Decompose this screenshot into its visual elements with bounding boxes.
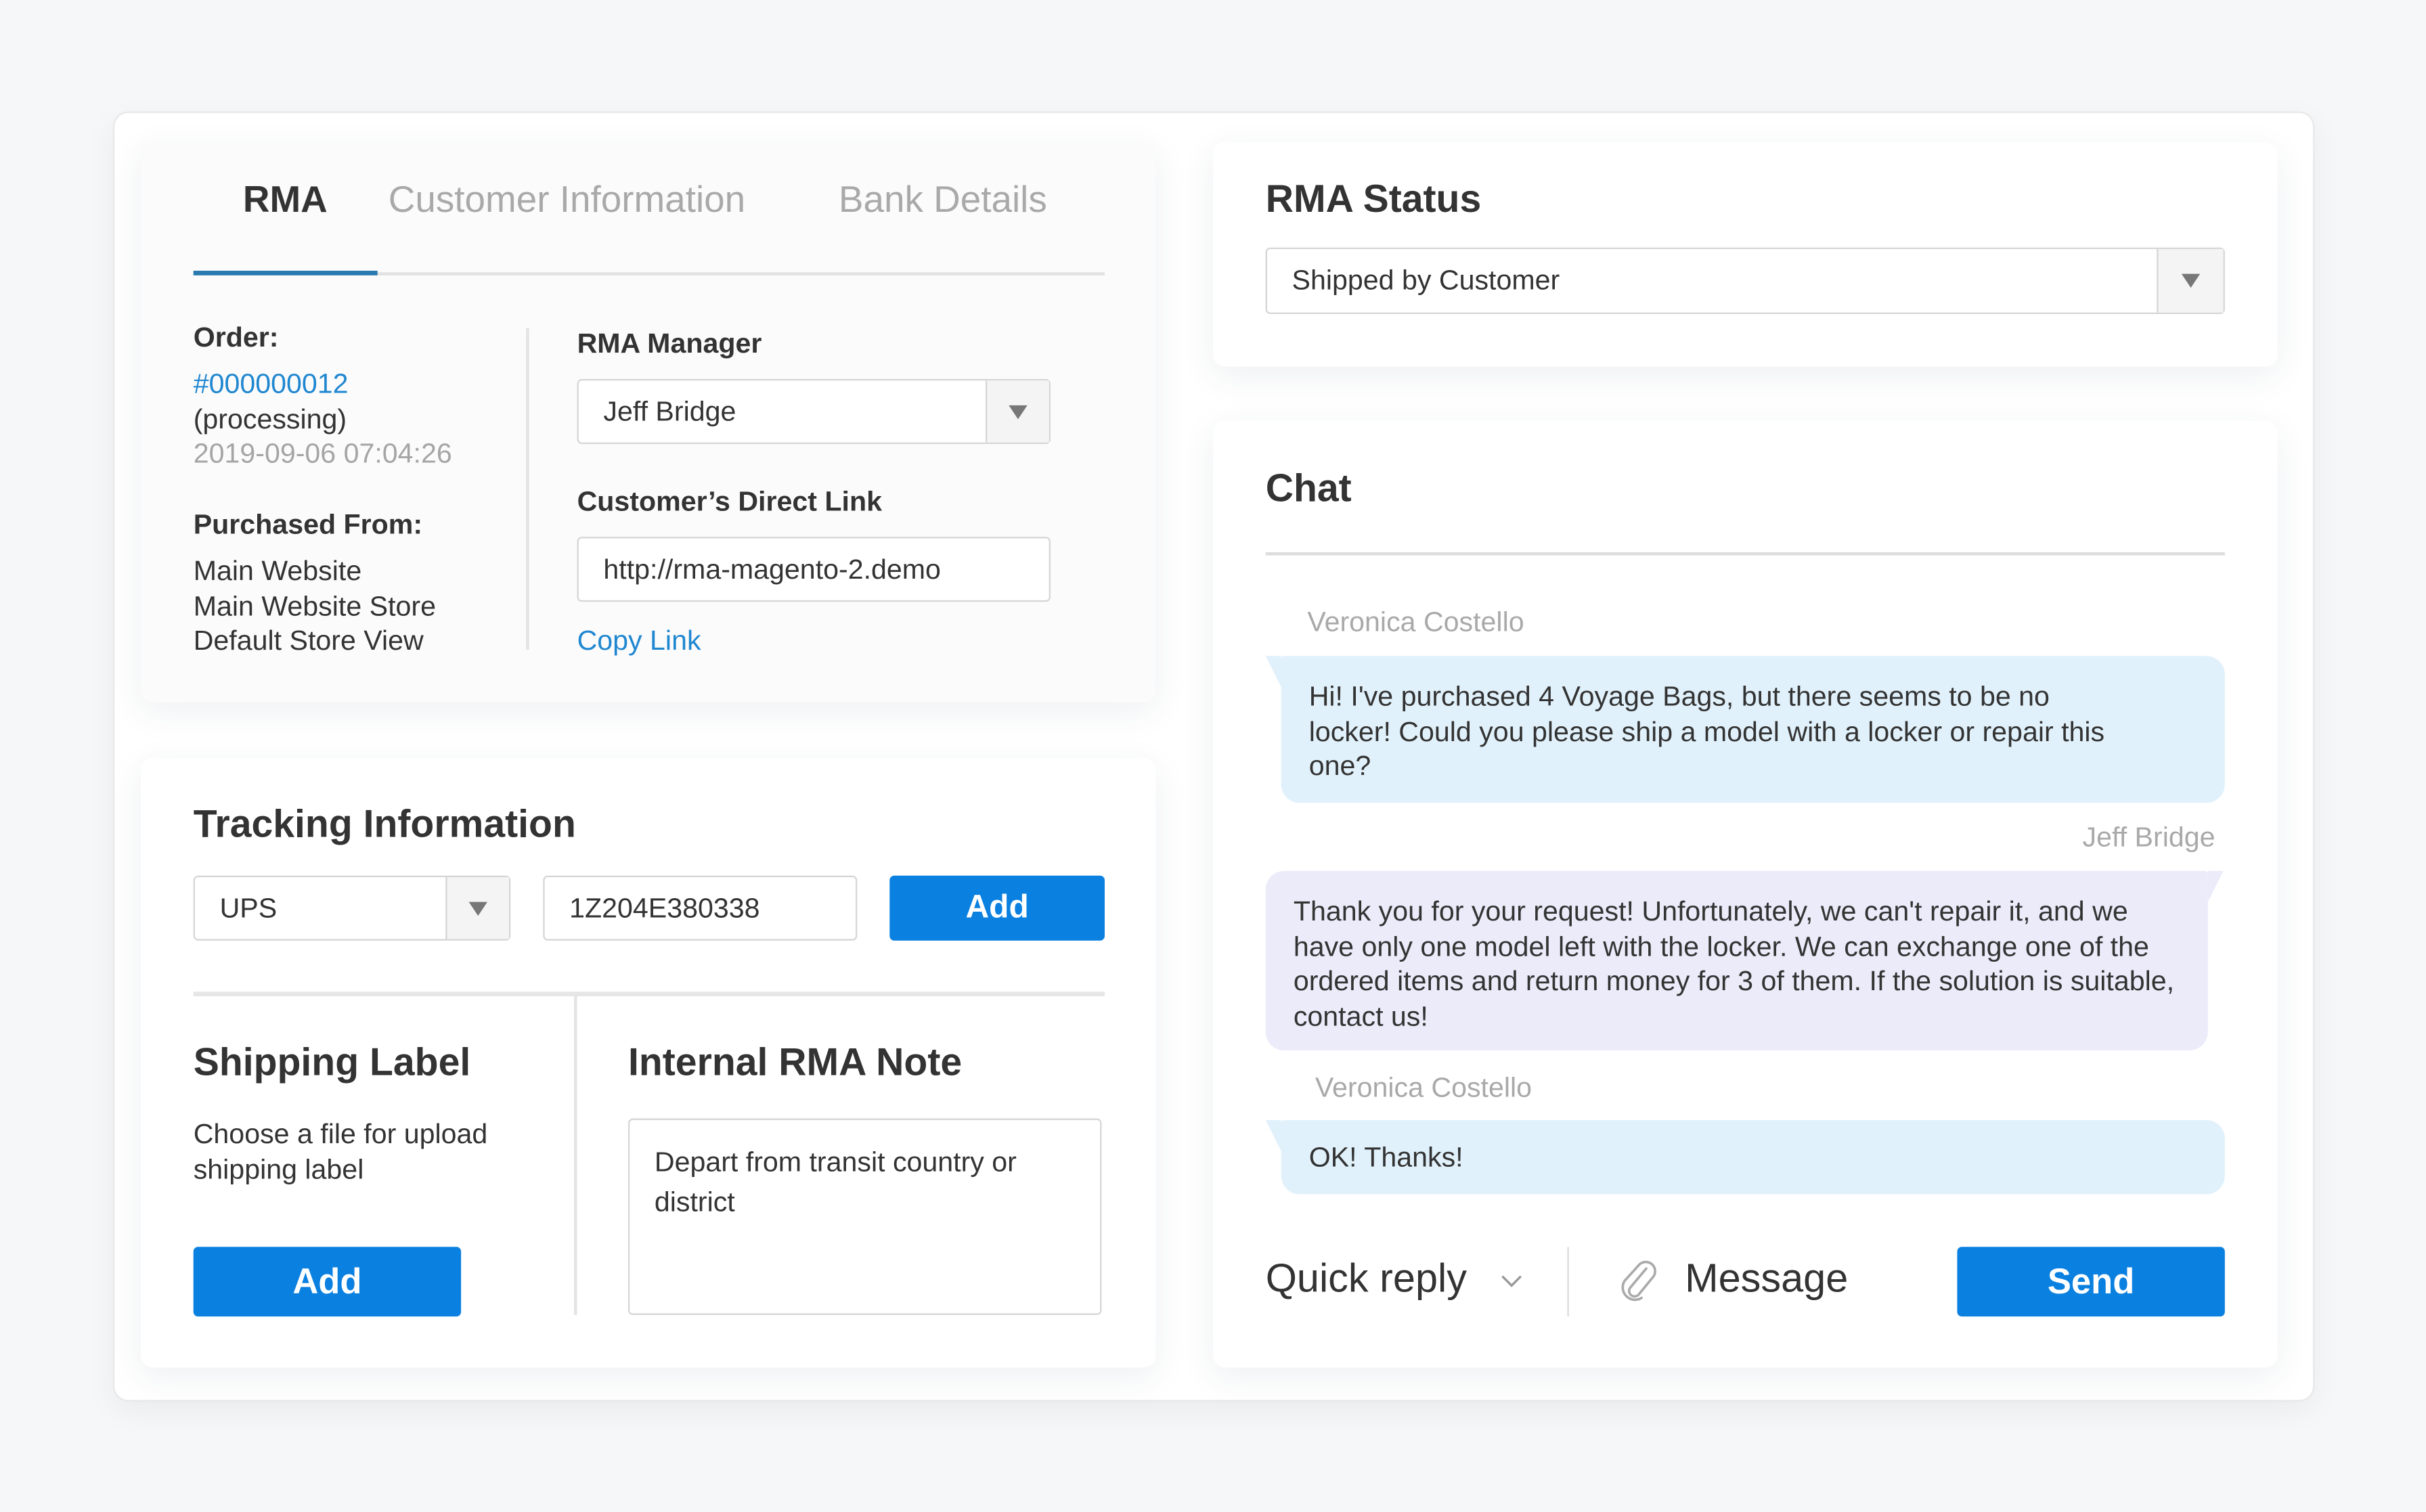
message-input[interactable]: Message — [1685, 1255, 1848, 1303]
quick-reply-dropdown[interactable]: Quick reply — [1266, 1255, 1524, 1303]
carrier-value: UPS — [219, 891, 278, 923]
order-date: 2019-09-06 07:04:26 — [193, 437, 452, 469]
dropdown-arrow[interactable] — [985, 380, 1049, 443]
internal-note-textarea[interactable]: Depart from transit country or district — [627, 1118, 1102, 1315]
purchased-from-label: Purchased From: — [193, 508, 423, 540]
rma-status-select[interactable]: Shipped by Customer — [1265, 247, 2225, 314]
purchased-from-store-view: Default Store View — [193, 625, 424, 657]
shipping-label-description: Choose a file for upload shipping label — [193, 1118, 488, 1185]
quick-reply-label: Quick reply — [1265, 1254, 1467, 1302]
order-number-link[interactable]: #000000012 — [194, 367, 349, 401]
internal-note-title: Internal RMA Note — [627, 1041, 963, 1085]
order-status: (processing) — [193, 403, 347, 435]
message-sender: Veronica Costello — [1315, 1071, 1532, 1103]
copy-link-button[interactable]: Copy Link — [577, 623, 701, 657]
chat-title: Chat — [1265, 467, 1352, 511]
add-tracking-button[interactable]: Add — [889, 875, 1105, 941]
rma-status-title: RMA Status — [1265, 177, 1482, 221]
caret-down-icon — [468, 901, 487, 915]
tab-customer-information[interactable]: Customer Information — [389, 179, 745, 223]
composer-divider — [1567, 1247, 1569, 1317]
purchased-from-store: Main Website Store — [193, 591, 436, 622]
direct-link-input[interactable]: http://rma-magento-2.demo — [577, 537, 1051, 602]
info-column-divider — [526, 328, 529, 650]
active-tab-indicator — [193, 270, 378, 275]
tracking-number-input[interactable]: 1Z204E380338 — [543, 875, 858, 941]
caret-down-icon — [2181, 273, 2201, 288]
direct-link-label: Customer’s Direct Link — [577, 485, 882, 517]
chat-message-customer: OK! Thanks! — [1265, 1119, 2225, 1195]
dropdown-arrow[interactable] — [445, 876, 509, 939]
label-note-divider — [573, 996, 577, 1315]
rma-manager-value: Jeff Bridge — [603, 395, 736, 426]
paperclip-icon[interactable] — [1618, 1260, 1658, 1303]
chevron-down-icon — [1501, 1275, 1522, 1288]
chat-divider — [1265, 552, 2225, 556]
message-sender: Jeff Bridge — [2082, 821, 2215, 853]
dropdown-arrow[interactable] — [2157, 248, 2224, 313]
rma-status-value: Shipped by Customer — [1292, 264, 1560, 296]
send-button[interactable]: Send — [1957, 1247, 2225, 1317]
chat-message-agent: Thank you for your request! Unfortunatel… — [1265, 870, 2224, 1050]
carrier-select[interactable]: UPS — [193, 875, 511, 941]
message-sender: Veronica Costello — [1307, 606, 1524, 638]
rma-manager-label: RMA Manager — [577, 328, 762, 359]
tab-rma[interactable]: RMA — [243, 179, 328, 223]
caret-down-icon — [1009, 404, 1028, 419]
tab-bank-details[interactable]: Bank Details — [839, 179, 1047, 223]
rma-manager-select[interactable]: Jeff Bridge — [577, 378, 1051, 444]
tracking-divider — [193, 992, 1105, 996]
shipping-label-title: Shipping Label — [193, 1041, 471, 1085]
add-shipping-label-button[interactable]: Add — [193, 1247, 462, 1317]
tracking-title: Tracking Information — [193, 803, 576, 847]
chat-message-customer: Hi! I've purchased 4 Voyage Bags, but th… — [1265, 656, 2225, 803]
rma-screen: RMA Customer Information Bank Details Or… — [0, 0, 2426, 1511]
purchased-from-website: Main Website — [193, 555, 362, 587]
order-label: Order: — [193, 321, 279, 353]
